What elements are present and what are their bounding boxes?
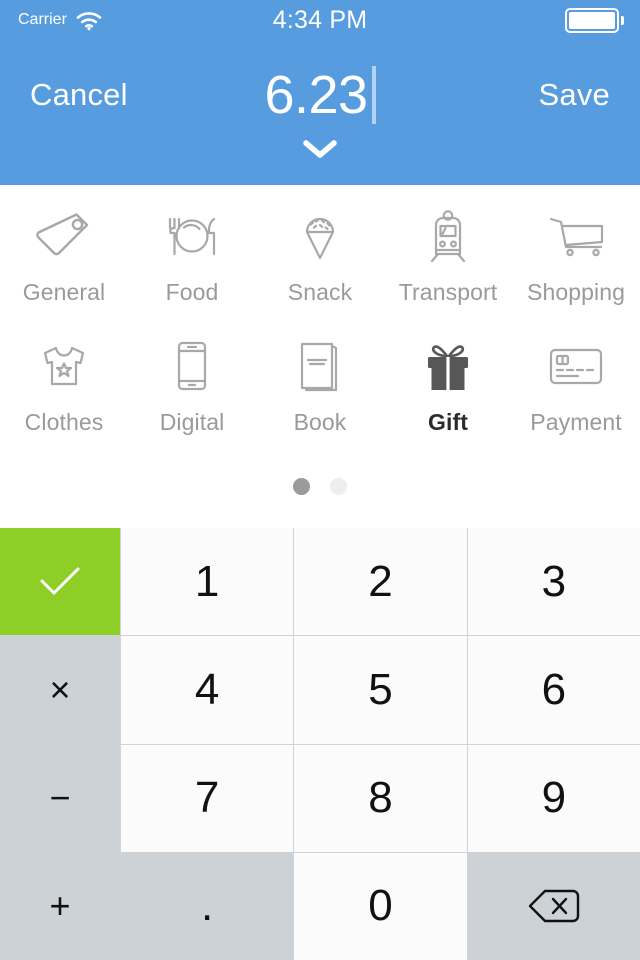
page-indicator bbox=[0, 478, 640, 495]
keypad-key-0[interactable]: 0 bbox=[294, 852, 467, 960]
category-label: Gift bbox=[428, 409, 468, 435]
book-icon bbox=[286, 329, 354, 403]
numeric-keypad: 1 2 3 × 4 5 6 − 7 8 9 + . 0 bbox=[0, 528, 640, 960]
category-item-snack[interactable]: Snack bbox=[256, 199, 384, 325]
category-label: Shopping bbox=[527, 279, 625, 305]
app-header: Carrier 4:34 PM Cancel 6.23 Save bbox=[0, 0, 640, 185]
category-item-transport[interactable]: Transport bbox=[384, 199, 512, 325]
category-item-food[interactable]: Food bbox=[128, 199, 256, 325]
page-dot-1[interactable] bbox=[293, 478, 310, 495]
keypad-key-1[interactable]: 1 bbox=[121, 528, 294, 636]
category-picker: General Food Snack Transport Shopping Cl… bbox=[0, 185, 640, 528]
category-item-gift[interactable]: Gift bbox=[384, 329, 512, 465]
keypad-key-3[interactable]: 3 bbox=[467, 528, 640, 636]
keypad-decimal-button[interactable]: . bbox=[121, 852, 294, 960]
category-label: Snack bbox=[287, 279, 353, 305]
train-icon bbox=[414, 199, 482, 273]
chevron-down-icon[interactable] bbox=[0, 138, 640, 160]
keypad-confirm-button[interactable] bbox=[0, 528, 120, 636]
category-label: Book bbox=[293, 409, 347, 435]
checkmark-icon bbox=[37, 565, 83, 599]
amount-value: 6.23 bbox=[264, 65, 368, 125]
keypad-backspace-button[interactable] bbox=[467, 852, 640, 960]
backspace-icon bbox=[527, 887, 581, 925]
credit-card-icon bbox=[542, 329, 610, 403]
keypad-key-5[interactable]: 5 bbox=[294, 636, 467, 744]
category-label: Clothes bbox=[24, 409, 104, 435]
category-label: General bbox=[22, 279, 106, 305]
keypad-minus-button[interactable]: − bbox=[0, 744, 120, 852]
keypad-multiply-button[interactable]: × bbox=[0, 636, 120, 744]
status-bar: Carrier 4:34 PM bbox=[0, 0, 640, 40]
category-item-book[interactable]: Book bbox=[256, 329, 384, 465]
keypad-plus-button[interactable]: + bbox=[0, 852, 120, 960]
tshirt-icon bbox=[30, 329, 98, 403]
smartphone-icon bbox=[158, 329, 226, 403]
keypad-key-8[interactable]: 8 bbox=[294, 744, 467, 852]
keypad-key-2[interactable]: 2 bbox=[294, 528, 467, 636]
category-row-1: General Food Snack Transport Shopping bbox=[0, 185, 640, 325]
category-item-payment[interactable]: Payment bbox=[512, 329, 640, 465]
status-bar-clock: 4:34 PM bbox=[272, 5, 368, 34]
category-label: Digital bbox=[159, 409, 225, 435]
nav-bar: Cancel 6.23 Save bbox=[0, 40, 640, 150]
keypad-key-4[interactable]: 4 bbox=[121, 636, 294, 744]
category-label: Transport bbox=[398, 279, 498, 305]
save-button[interactable]: Save bbox=[539, 40, 610, 150]
category-row-2: Clothes Digital Book Gift Payment bbox=[0, 325, 640, 465]
category-item-clothes[interactable]: Clothes bbox=[0, 329, 128, 465]
battery-icon bbox=[565, 0, 624, 40]
category-label: Food bbox=[165, 279, 219, 305]
shopping-cart-icon bbox=[542, 199, 610, 273]
cutlery-plate-icon bbox=[158, 199, 226, 273]
page-dot-2[interactable] bbox=[330, 478, 347, 495]
gift-icon bbox=[414, 329, 482, 403]
category-label: Payment bbox=[530, 409, 622, 435]
text-cursor bbox=[371, 66, 376, 124]
keypad-key-7[interactable]: 7 bbox=[121, 744, 294, 852]
tag-icon bbox=[30, 199, 98, 273]
keypad-key-9[interactable]: 9 bbox=[467, 744, 640, 852]
category-item-digital[interactable]: Digital bbox=[128, 329, 256, 465]
category-item-general[interactable]: General bbox=[0, 199, 128, 325]
keypad-key-6[interactable]: 6 bbox=[467, 636, 640, 744]
category-item-shopping[interactable]: Shopping bbox=[512, 199, 640, 325]
ice-cream-icon bbox=[286, 199, 354, 273]
